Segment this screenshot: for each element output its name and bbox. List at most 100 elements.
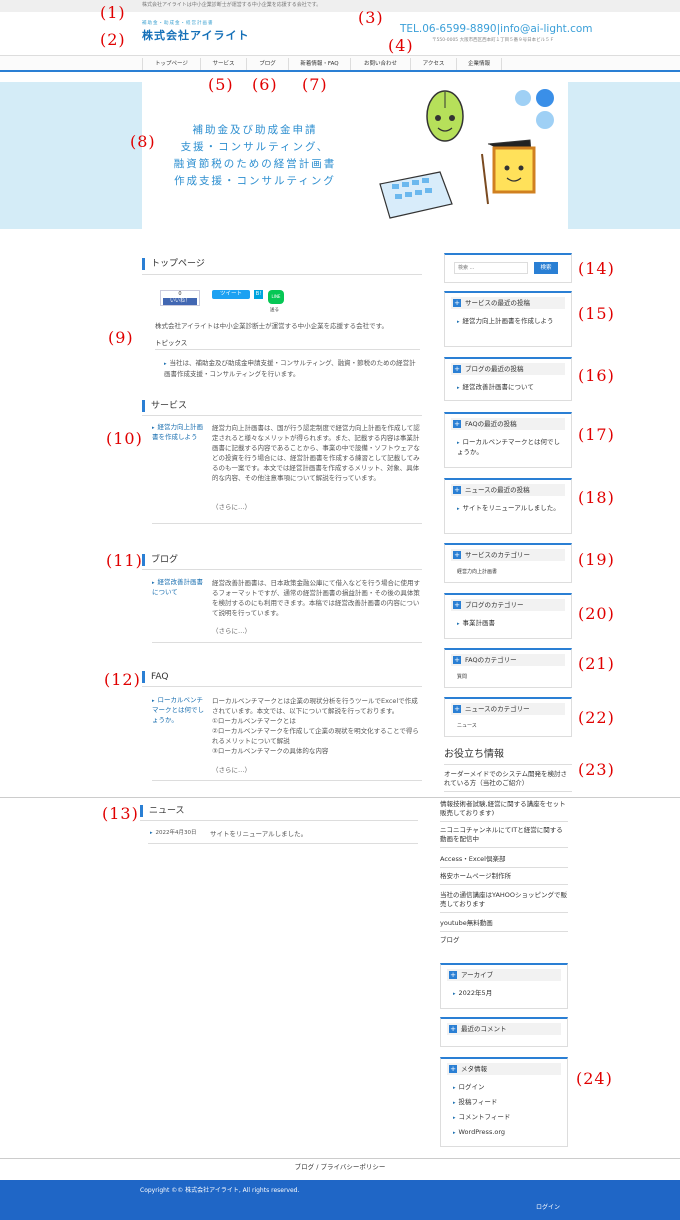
useful-info-heading: お役立ち情報 [444,749,504,760]
fb-count: 0 [178,291,182,297]
fb-like-label: いいね！ [163,298,197,305]
bullet-icon: ▸ [453,1130,456,1136]
meta-comments-feed-link[interactable]: ▸ コメントフィード [453,1113,510,1123]
widget-archive: + アーカイブ ▸ 2022年5月 [440,963,568,1009]
nav-item-access[interactable]: アクセス [410,58,456,70]
widget-link-text[interactable]: コメントフィード [459,1113,511,1121]
divider [152,780,422,781]
hatena-bookmark-button[interactable]: B! [254,290,263,299]
useful-link[interactable]: youtube無料動画 [440,919,568,933]
meta-entries-feed-link[interactable]: ▸ 投稿フィード [453,1098,497,1108]
annotation-label: (3) [358,8,384,27]
footer-links[interactable]: ブログ / プライバシーポリシー [0,1163,680,1172]
blog-more-link[interactable]: （さらに…） [212,627,251,636]
service-item-title[interactable]: 経営力向上計画書を作成しよう [152,423,203,441]
hero-line-2: 支援・コンサルティング、 [180,141,330,153]
annotation-label: (6) [252,75,278,94]
widget-link[interactable]: 質問 [457,674,467,682]
nav-item-blog[interactable]: ブログ [246,58,288,70]
faq-text-1: ローカルベンチマークとは企業の現状分析を行うツールでExcelで作成されています… [212,697,418,716]
footer-login-link[interactable]: ログイン [536,1204,560,1212]
useful-link[interactable]: 格安ホームページ制作所 [440,872,568,886]
widget-link[interactable]: ▸ ローカルベンチマークとは何でしょうか。 [457,438,563,458]
divider [148,843,418,844]
useful-link[interactable]: ブログ [440,936,568,948]
annotation-label: (23) [578,760,615,779]
blog-item-title[interactable]: 経営改善計画書について [152,578,203,596]
nav-item-news-faq[interactable]: 新着情報・FAQ [288,58,350,70]
plus-icon: + [449,1065,457,1073]
faq-text-3: ②ローカルベンチマークを作成して企業の現状を明文化することで得られるメリットにつ… [212,727,419,746]
widget-title: + ブログのカテゴリー [451,599,565,611]
faq-item-link[interactable]: ▸ ローカルベンチマークとは何でしょうか。 [152,696,208,725]
annotation-label: (9) [108,328,134,347]
bullet-icon: ▸ [453,991,456,997]
widget-title-text: ニュースのカテゴリー [465,705,530,713]
widget-news-recent: + ニュースの最近の投稿 ▸ サイトをリニューアルしました。 [444,478,572,534]
annotation-label: (12) [104,670,141,689]
nav-item-top[interactable]: トップページ [142,58,200,70]
widget-link[interactable]: ▸ 経営力向上計画書を作成しよう [457,317,563,327]
nav-item-contact[interactable]: お問い合わせ [350,58,410,70]
widget-link-text[interactable]: 投稿フィード [459,1098,498,1106]
widget-title-text: ニュースの最近の投稿 [465,486,530,494]
annotation-label: (20) [578,604,615,623]
contact-info[interactable]: TEL.06-6599-8890|info@ai-light.com [400,22,593,37]
meta-wordpress-link[interactable]: ▸ WordPress.org [453,1128,505,1138]
copyright: Copyright ©© 株式会社アイライト, All rights reser… [140,1187,300,1194]
widget-title: + アーカイブ [447,969,561,981]
divider [142,415,422,416]
widget-link[interactable]: ▸ 2022年5月 [453,989,492,999]
plus-icon: + [453,299,461,307]
useful-link[interactable]: 当社の通信講座はYAHOOショッピングで販売しております [440,891,568,914]
widget-link[interactable]: ▸ サイトをリニューアルしました。 [457,504,563,514]
widget-link-text[interactable]: WordPress.org [459,1128,506,1136]
widget-title: + メタ情報 [447,1063,561,1075]
faq-item-title[interactable]: ローカルベンチマークとは何でしょうか。 [152,696,204,724]
service-item-link[interactable]: ▸ 経営力向上計画書を作成しよう [152,423,208,443]
search-input[interactable] [454,262,528,274]
widget-meta: + メタ情報 ▸ ログイン ▸ 投稿フィード ▸ コメントフィード ▸ WordPress… [440,1057,568,1147]
search-button[interactable]: 検索 [534,262,558,274]
divider [155,349,420,350]
widget-title: + ニュースのカテゴリー [451,703,565,715]
annotation-label: (22) [578,708,615,727]
widget-link-text[interactable]: サイトをリニューアルしました。 [463,504,560,512]
hero-line-3: 融資節税のための経営計画書 [173,158,337,170]
logo-tagline: 補助金・助成金・経営計画書 [142,21,214,26]
service-more-link[interactable]: （さらに…） [212,503,251,512]
widget-link-text[interactable]: 事業計画書 [463,619,496,627]
widget-link-text[interactable]: 2022年5月 [459,989,493,997]
tweet-button[interactable]: ツイート [212,290,250,299]
widget-link[interactable]: ニュース [457,723,477,731]
line-icon[interactable]: LINE [268,290,284,304]
news-item-link[interactable]: サイトをリニューアルしました。 [210,829,307,839]
widget-service-category: + サービスのカテゴリー 経営力向上計画書 [444,543,572,583]
bullet-icon: ▸ [150,830,153,836]
widget-link[interactable]: ▸ 経営改善計画書について [457,383,563,393]
widget-link-text[interactable]: ローカルベンチマークとは何でしょうか。 [457,438,560,456]
topics-heading: トピックス [155,339,188,347]
widget-link[interactable]: ▸ 事業計画書 [457,619,495,629]
meta-login-link[interactable]: ▸ ログイン [453,1083,485,1093]
widget-link-text[interactable]: 経営力向上計画書を作成しよう [463,317,554,325]
blog-item-link[interactable]: ▸ 経営改善計画書について [152,578,208,598]
bullet-icon: ▸ [457,319,460,325]
useful-link[interactable]: オーダーメイドでのシステム開発を検討されている方（当社のご紹介） [444,770,572,793]
faq-more-link[interactable]: （さらに…） [212,766,251,775]
widget-title: + ブログの最近の投稿 [451,363,565,375]
divider [142,274,422,275]
nav-item-service[interactable]: サービス [200,58,246,70]
facebook-like-button[interactable]: 0 いいね！ [160,290,200,306]
bullet-icon: ▸ [453,1115,456,1121]
nav-item-company[interactable]: 企業情報 [456,58,502,70]
widget-link[interactable]: 経営力向上計画書 [457,569,497,577]
widget-link-text[interactable]: ログイン [459,1083,485,1091]
useful-link[interactable]: ニコニコチャンネルにてITと経営に関する動画を配信中 [440,826,568,849]
news-date-text: 2022年4月30日 [155,830,197,836]
site-logo[interactable]: 株式会社アイライト [142,28,249,43]
widget-blog-category: + ブログのカテゴリー ▸ 事業計画書 [444,593,572,639]
useful-link[interactable]: Access・Excel倶楽部 [440,855,568,869]
widget-link-text[interactable]: 経営改善計画書について [463,383,534,391]
useful-link[interactable]: 情報技術者試験,経営に関する講座をセット販売しております) [440,800,568,823]
